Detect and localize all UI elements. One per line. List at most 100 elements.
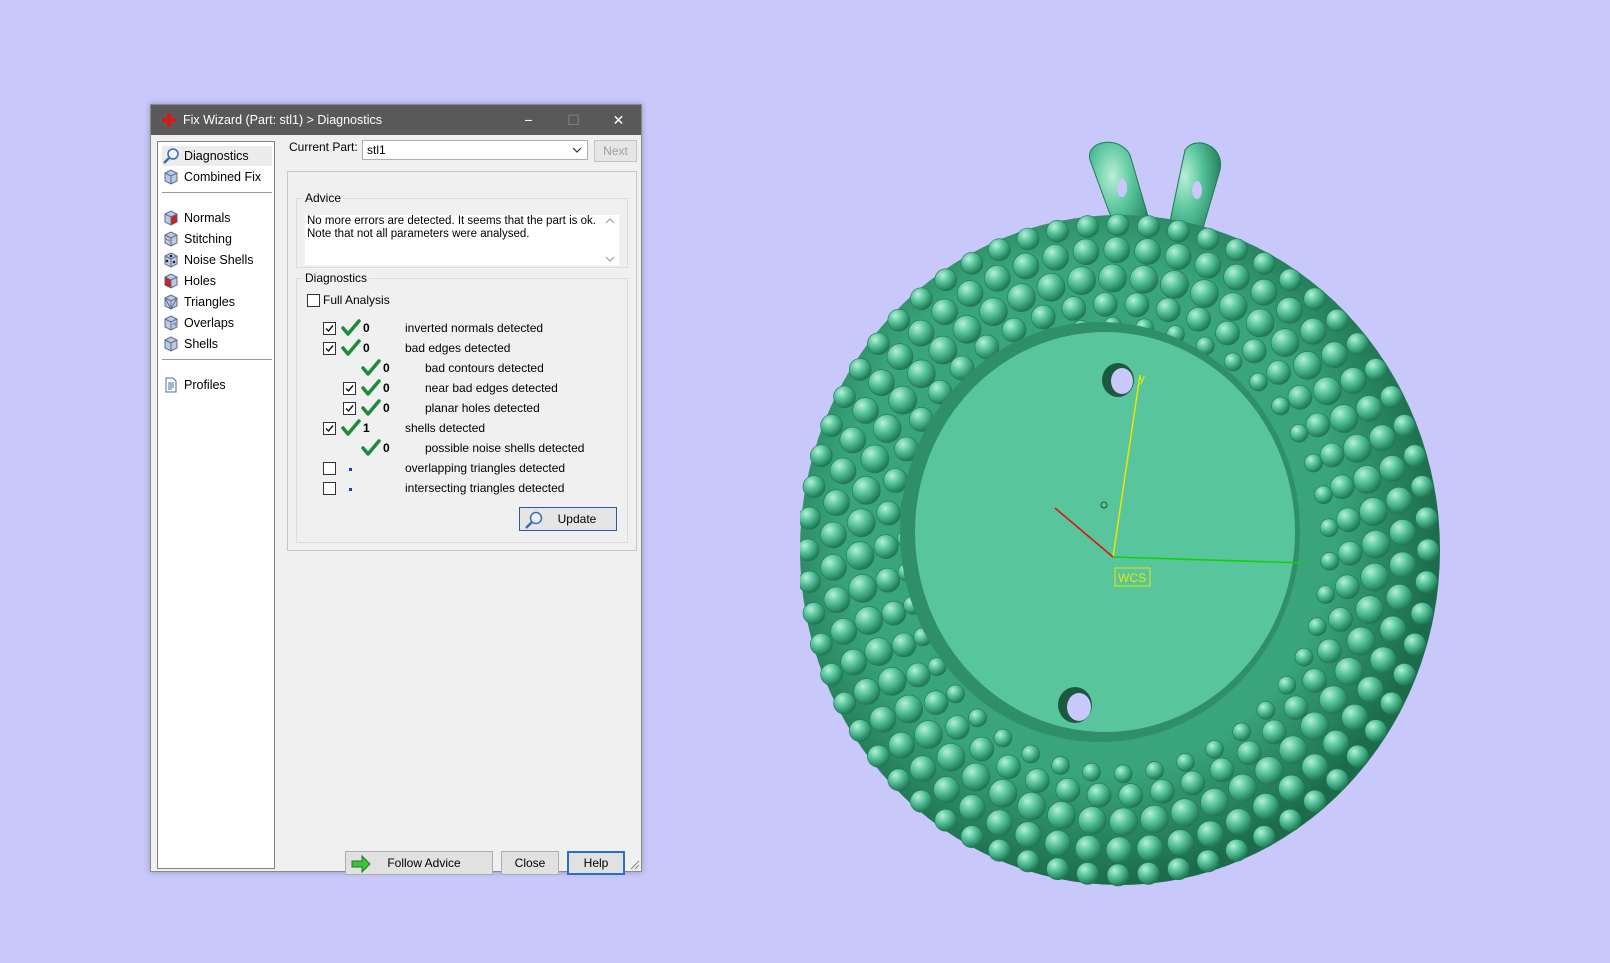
checkmark-icon	[345, 405, 354, 413]
close-window-button[interactable]: ✕	[596, 105, 641, 135]
diagnostic-count: 1	[363, 421, 370, 435]
next-button[interactable]: Next	[594, 140, 637, 162]
pendant-bead	[1180, 770, 1206, 796]
nav-item-diagnostics[interactable]: Diagnostics	[162, 146, 272, 166]
pendant-bead	[1293, 351, 1322, 380]
pendant-bead	[1105, 836, 1133, 864]
pendant-bead	[1016, 227, 1040, 251]
fix-wizard-dialog: Fix Wizard (Part: stl1) > Diagnostics − …	[150, 104, 642, 875]
nav-item-label: Shells	[184, 337, 219, 351]
pendant-bead	[886, 343, 914, 370]
diagnostic-checkbox[interactable]	[323, 342, 336, 355]
diagnostic-label: planar holes detected	[425, 401, 540, 415]
pendant-bead	[1209, 757, 1235, 783]
pendant-bead	[1386, 583, 1413, 611]
pendant-bead	[876, 500, 901, 526]
overlaps-cube-icon	[164, 315, 178, 331]
pendant-bead	[1389, 551, 1416, 579]
maximize-button[interactable]: ☐	[551, 105, 596, 135]
pendant-bead	[1061, 296, 1087, 321]
diagnostic-count: 0	[363, 341, 370, 355]
pendant-bead	[934, 268, 958, 292]
pendant-bead	[1249, 372, 1268, 392]
full-analysis-checkbox[interactable]	[307, 294, 320, 307]
nav-item-triangles[interactable]: Triangles	[162, 292, 272, 312]
pendant-bead	[852, 397, 879, 424]
pendant-bead	[1320, 551, 1340, 571]
pendant-bead	[1355, 395, 1383, 422]
nav-item-combined-fix[interactable]: Combined Fix	[162, 167, 272, 187]
stitching-cube-icon	[164, 231, 178, 247]
pendant-bead	[969, 736, 994, 762]
pendant-bead	[1410, 475, 1434, 498]
pendant-bead	[1228, 773, 1257, 803]
diagnostic-checkbox[interactable]	[323, 462, 336, 475]
pendant-bead	[907, 319, 935, 347]
diagnostic-checkbox[interactable]	[343, 402, 356, 415]
pendant-bead	[1167, 829, 1194, 857]
nav-item-shells[interactable]: Shells	[162, 334, 272, 354]
pendant-bead	[1314, 485, 1333, 505]
pendant-bead	[823, 586, 851, 614]
wcs-label: WCS	[1118, 571, 1146, 585]
help-button[interactable]: Help	[567, 851, 625, 875]
nav-item-overlaps[interactable]: Overlaps	[162, 313, 272, 333]
diagnostic-checkbox[interactable]	[323, 322, 336, 335]
resize-grip-icon[interactable]	[628, 858, 640, 870]
advice-text-box: No more errors are detected. It seems th…	[305, 215, 619, 265]
nav-item-label: Triangles	[184, 295, 235, 309]
nav-item-profiles[interactable]: Profiles	[162, 375, 272, 395]
pendant-bead	[1072, 238, 1100, 266]
diagnostic-label: overlapping triangles detected	[405, 461, 566, 475]
pendant-bead	[1307, 617, 1327, 637]
normals-cube-icon	[164, 210, 178, 226]
diagnostic-count: 0	[363, 321, 370, 335]
advice-scrollbar[interactable]	[603, 215, 617, 265]
nav-item-noise-shells[interactable]: Noise Shells	[162, 250, 272, 270]
current-part-select[interactable]: stl1	[362, 140, 588, 160]
diagnostic-checkbox[interactable]	[323, 422, 336, 435]
close-button[interactable]: Close	[501, 851, 559, 875]
pendant-bead	[1196, 849, 1220, 873]
pendant-bead	[945, 715, 970, 740]
pendant-bead	[1225, 838, 1248, 862]
checkmark-icon	[345, 385, 354, 393]
pendant-bead	[1357, 676, 1384, 703]
diagnostic-count: 0	[383, 441, 390, 455]
pendant-bead	[988, 238, 1011, 261]
follow-advice-button[interactable]: Follow Advice	[345, 851, 493, 875]
pendant-bead	[1342, 433, 1372, 463]
pendant-bead	[1403, 632, 1427, 656]
pendant-bead	[1393, 414, 1416, 437]
pendant-bead	[979, 297, 1008, 327]
nav-item-holes[interactable]: Holes	[162, 271, 272, 291]
full-analysis-label: Full Analysis	[323, 293, 390, 307]
diagnostic-checkbox[interactable]	[323, 482, 336, 495]
nav-item-label: Profiles	[184, 378, 226, 392]
pendant-bead	[1136, 834, 1164, 862]
nav-item-stitching[interactable]: Stitching	[162, 229, 272, 249]
update-button[interactable]: Update	[519, 507, 617, 531]
pendant-bead	[1046, 857, 1069, 881]
pendant-bead	[1254, 756, 1284, 785]
pendant-bead	[891, 632, 917, 658]
title-bar[interactable]: Fix Wizard (Part: stl1) > Diagnostics − …	[151, 105, 641, 135]
pendant-bead	[848, 719, 872, 742]
pendant-bead	[830, 618, 858, 645]
green-check-icon	[341, 339, 361, 356]
diagnostics-title: Diagnostics	[303, 271, 370, 285]
diagnostic-checkbox[interactable]	[343, 382, 356, 395]
pendant-bead	[1149, 779, 1175, 804]
pendant-bead	[1301, 753, 1329, 781]
pendant-bead	[1113, 764, 1133, 784]
diagnostic-label: bad contours detected	[425, 361, 544, 375]
nav-item-normals[interactable]: Normals	[162, 208, 272, 228]
pendant-bead	[936, 742, 966, 772]
pendant-bead	[1067, 266, 1096, 295]
pendant-bead	[1215, 320, 1240, 346]
diagnostic-label: intersecting triangles detected	[405, 481, 565, 495]
3d-viewport[interactable]: y WCS	[800, 130, 1480, 910]
pendant-bead	[802, 475, 826, 498]
pendant-bead	[1109, 807, 1138, 837]
minimize-button[interactable]: −	[506, 105, 551, 135]
